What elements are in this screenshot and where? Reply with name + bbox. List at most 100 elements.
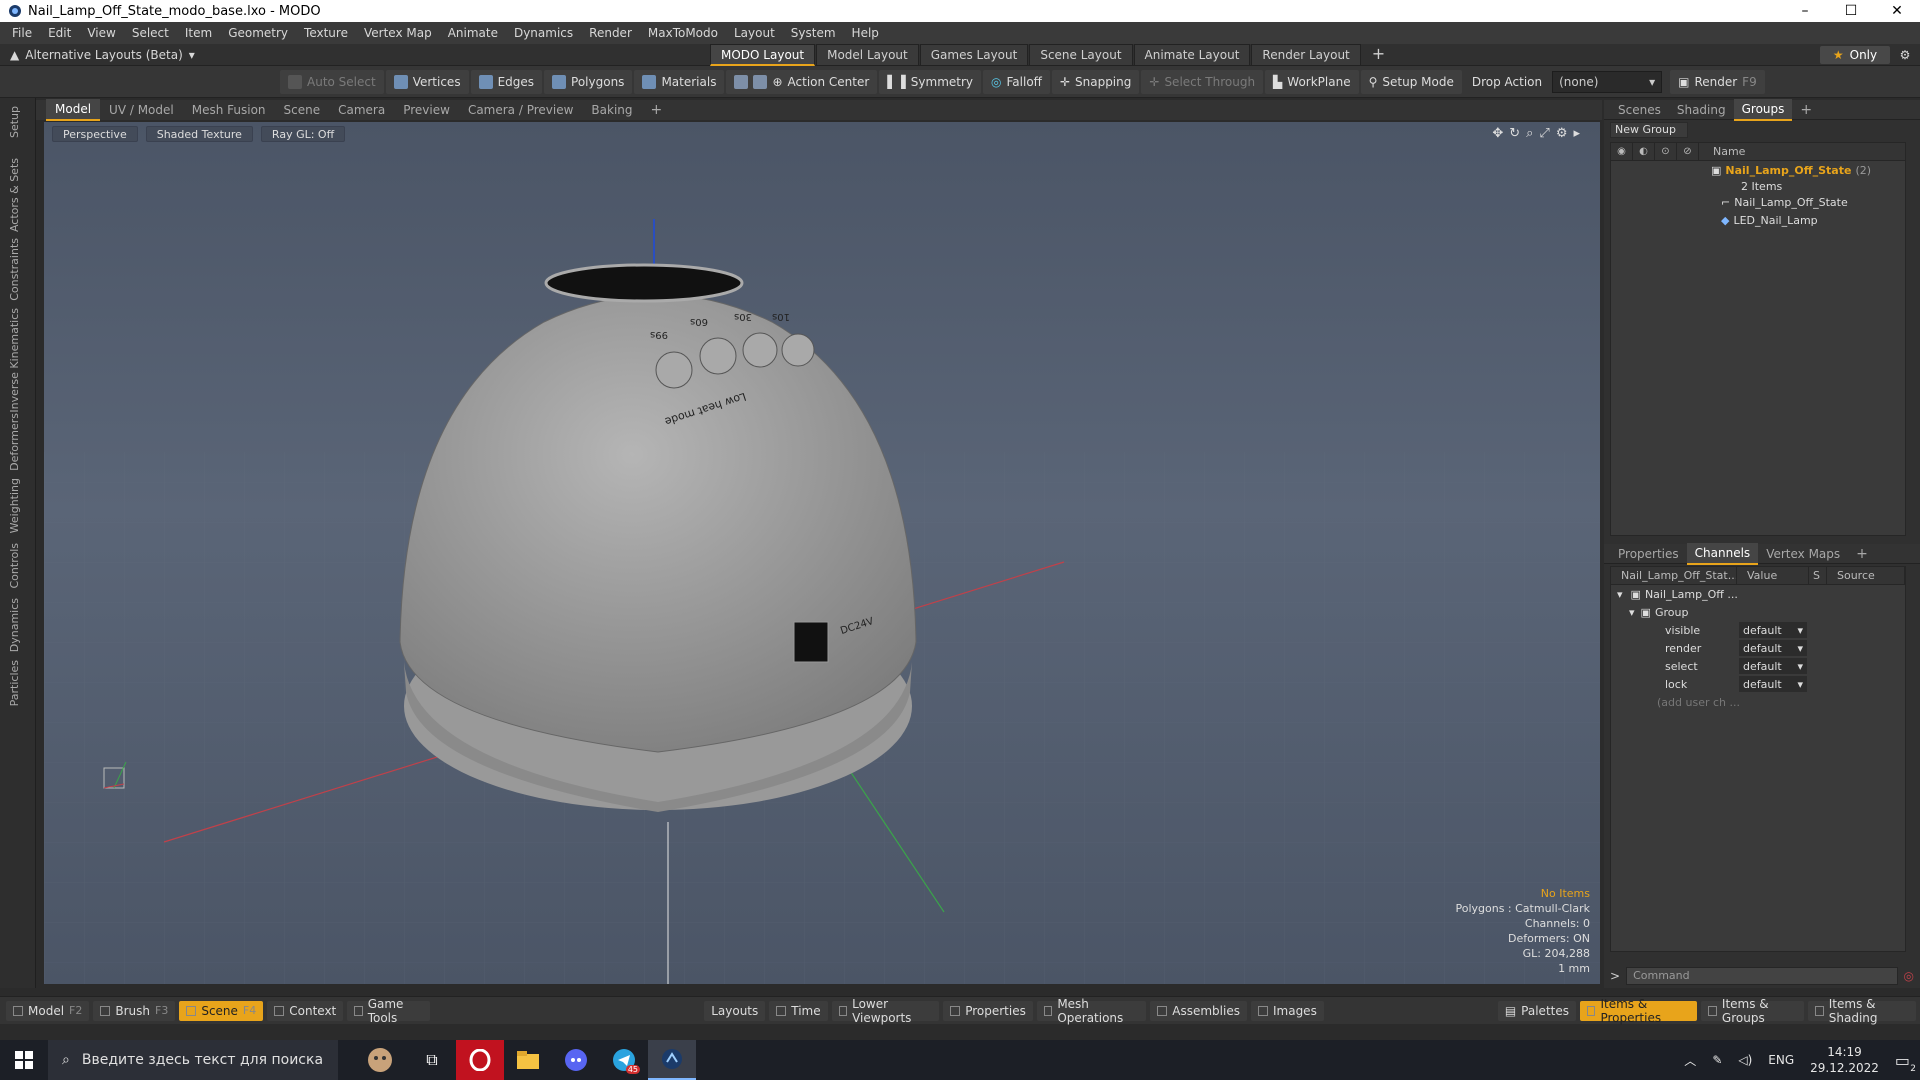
workplane-button[interactable]: ▙ WorkPlane [1265, 69, 1359, 94]
move-view-icon[interactable]: ✥ [1492, 126, 1503, 141]
select-through-button[interactable]: ✛ Select Through [1141, 69, 1264, 94]
menu-edit[interactable]: Edit [40, 22, 79, 44]
game-tools-button[interactable]: Game Tools [347, 997, 431, 1025]
time-button[interactable]: Time [769, 1000, 828, 1021]
nail-lamp-model[interactable]: 99s 60s 30s 10s Low heat mode DC24V [399, 263, 917, 812]
windows-start-icon[interactable] [0, 1040, 48, 1080]
properties-button[interactable]: Properties [943, 1000, 1033, 1021]
eye-icon[interactable]: ◉ [1611, 142, 1633, 161]
view-perspective-button[interactable]: Perspective [52, 126, 138, 142]
setup-mode-button[interactable]: ⚲ Setup Mode [1360, 69, 1462, 94]
menu-item[interactable]: Item [177, 22, 220, 44]
search-highlight-icon[interactable] [338, 1040, 408, 1080]
brush-mode-button[interactable]: Brush F3 [93, 1000, 176, 1021]
channel-value-select[interactable]: default ▾ [1739, 622, 1807, 638]
tab-uv-model[interactable]: UV / Model [100, 100, 183, 120]
menu-select[interactable]: Select [124, 22, 177, 44]
items-shading-button[interactable]: Items & Shading [1808, 997, 1916, 1025]
discord-icon[interactable] [552, 1040, 600, 1080]
tab-animate-layout[interactable]: Animate Layout [1133, 44, 1251, 66]
add-user-channel[interactable]: (add user ch ... [1611, 693, 1905, 711]
volume-icon[interactable]: ◁) [1738, 1053, 1752, 1067]
channel-value-select[interactable]: default ▾ [1739, 676, 1807, 692]
menu-animate[interactable]: Animate [440, 22, 506, 44]
list-item[interactable]: ◆ LED_Nail_Lamp [1611, 211, 1905, 229]
zoom-view-icon[interactable]: ⌕ [1526, 126, 1533, 141]
strip-constraints[interactable]: Constraints [8, 238, 21, 301]
items-groups-button[interactable]: Items & Groups [1701, 997, 1805, 1025]
tab-model[interactable]: Model [46, 99, 101, 121]
tab-vertex-maps[interactable]: Vertex Maps [1758, 544, 1848, 564]
menu-render[interactable]: Render [581, 22, 640, 44]
menu-layout[interactable]: Layout [726, 22, 783, 44]
channel-group-row[interactable]: ▾ ▣ Group [1611, 603, 1905, 621]
strip-setup[interactable]: Setup [8, 106, 21, 138]
tab-channels[interactable]: Channels [1686, 542, 1759, 565]
snapping-button[interactable]: ✛ Snapping [1051, 69, 1140, 94]
tab-baking[interactable]: Baking [582, 100, 641, 120]
list-item[interactable]: ⌐ Nail_Lamp_Off_State [1611, 193, 1905, 211]
notifications-icon[interactable]: ▭ 2 [1895, 1051, 1916, 1074]
tab-modo-layout[interactable]: MODO Layout [710, 44, 816, 66]
symmetry-button[interactable]: ▌▐ Symmetry [879, 69, 982, 94]
group-row[interactable]: ▣ Nail_Lamp_Off_State (2) [1611, 161, 1905, 179]
tab-mesh-fusion[interactable]: Mesh Fusion [183, 100, 275, 120]
tab-camera-preview[interactable]: Camera / Preview [459, 100, 582, 120]
strip-weighting[interactable]: Weighting [8, 478, 21, 533]
scene-mode-button[interactable]: Scene F4 [179, 1000, 264, 1021]
strip-inverse-kinematics[interactable]: Inverse Kinematics [8, 308, 21, 413]
menu-maxtomodo[interactable]: MaxToModo [640, 22, 726, 44]
taskbar-search[interactable]: ⌕ Введите здесь текст для поиска [48, 1040, 338, 1080]
menu-file[interactable]: File [4, 22, 40, 44]
action-center-button[interactable]: ⊕ Action Center [726, 69, 878, 94]
channel-value-select[interactable]: default ▾ [1739, 640, 1807, 656]
add-panel-tab-icon[interactable]: + [1792, 100, 1820, 120]
vertices-button[interactable]: Vertices [385, 69, 469, 94]
add-layout-icon[interactable]: + [1362, 44, 1395, 66]
menu-texture[interactable]: Texture [296, 22, 356, 44]
menu-view[interactable]: View [79, 22, 123, 44]
falloff-button[interactable]: ◎ Falloff [983, 69, 1050, 94]
images-button[interactable]: Images [1250, 1000, 1324, 1021]
strip-actors-sets[interactable]: Actors & Sets [8, 158, 21, 232]
shading-mode-button[interactable]: Shaded Texture [145, 126, 253, 142]
context-button[interactable]: Context [267, 1000, 344, 1021]
lock-icon[interactable]: ⊙ [1655, 142, 1677, 161]
record-icon[interactable]: ◎ [1904, 969, 1914, 983]
alternative-layouts-dropdown[interactable]: ▲ Alternative Layouts (Beta) ▾ [10, 48, 195, 62]
tab-model-layout[interactable]: Model Layout [816, 44, 919, 66]
raygl-button[interactable]: Ray GL: Off [260, 126, 346, 142]
drop-action-select[interactable]: (none) ▾ [1552, 70, 1663, 93]
menu-system[interactable]: System [783, 22, 844, 44]
assemblies-button[interactable]: Assemblies [1150, 1000, 1247, 1021]
tab-scene[interactable]: Scene [275, 100, 330, 120]
polygons-button[interactable]: Polygons [544, 69, 633, 94]
render-toggle-icon[interactable]: ◐ [1633, 142, 1655, 161]
add-channel-tab-icon[interactable]: + [1848, 544, 1876, 564]
menu-help[interactable]: Help [844, 22, 887, 44]
palettes-button[interactable]: ▤ Palettes [1497, 1000, 1576, 1021]
menu-vertex-map[interactable]: Vertex Map [356, 22, 440, 44]
viewport-menu-icon[interactable]: ▸ [1573, 126, 1580, 141]
strip-dynamics[interactable]: Dynamics [8, 598, 21, 652]
close-button[interactable]: ✕ [1874, 0, 1920, 22]
tab-render-layout[interactable]: Render Layout [1251, 44, 1361, 66]
tab-scene-layout[interactable]: Scene Layout [1029, 44, 1133, 66]
model-mode-button[interactable]: Model F2 [6, 1000, 90, 1021]
menu-geometry[interactable]: Geometry [220, 22, 296, 44]
gear-icon[interactable]: ⚙ [1896, 46, 1914, 64]
maximize-button[interactable]: ☐ [1828, 0, 1874, 22]
rotate-view-icon[interactable]: ↻ [1509, 126, 1520, 141]
new-group-button[interactable]: New Group [1610, 122, 1688, 138]
tab-preview[interactable]: Preview [394, 100, 459, 120]
strip-deformers[interactable]: Deformers [8, 413, 21, 471]
channel-root-row[interactable]: ▾ ▣ Nail_Lamp_Off ... [1611, 585, 1905, 603]
pen-icon[interactable]: ✎ [1712, 1053, 1722, 1067]
modo-taskbar-icon[interactable] [648, 1040, 696, 1080]
auto-select-button[interactable]: Auto Select [280, 69, 384, 94]
tab-properties[interactable]: Properties [1610, 544, 1687, 564]
channel-row[interactable]: visible default ▾ [1611, 621, 1905, 639]
file-explorer-icon[interactable] [504, 1040, 552, 1080]
add-tab-icon[interactable]: + [642, 100, 672, 120]
channel-row[interactable]: lock default ▾ [1611, 675, 1905, 693]
